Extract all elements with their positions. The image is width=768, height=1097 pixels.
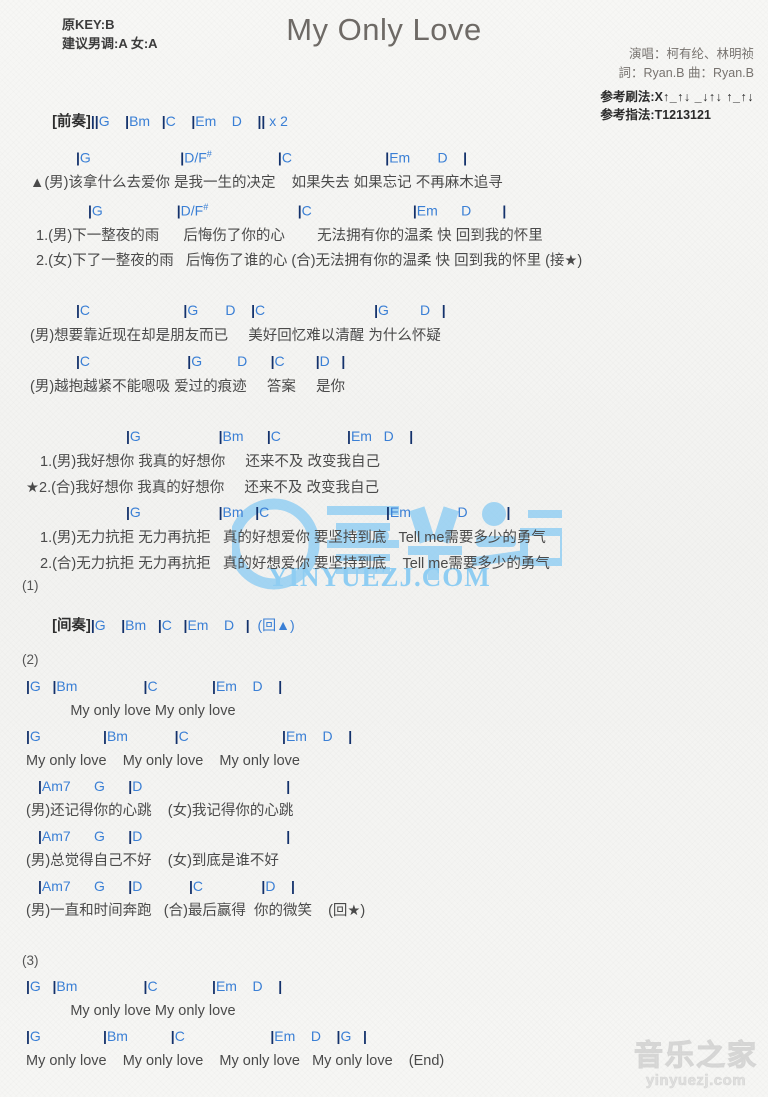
credits: 演唱：柯有纶、林明祯 詞：Ryan.B 曲：Ryan.B [619,45,754,83]
section2-line2-lyric: My only love My only love My only love [26,753,300,769]
play-info: 参考刷法:X↑_↑↓ _↓↑↓ ↑_↑↓ 参考指法:T1213121 [600,88,754,124]
section2-line3-lyric: (男)还记得你的心跳 (女)我记得你的心跳 [26,803,294,819]
verse-a-lyric: ▲(男)该拿什么去爱你 是我一生的决定 如果失去 如果忘记 不再麻木追寻 [30,175,503,191]
section2-line4-chords: |Am7 G |D | [38,828,291,844]
sheet-music-page: YINYUEZJ.COM 原KEY:B 建议男调:A 女:A My Only L… [0,0,768,1097]
writer-line: 詞：Ryan.B 曲：Ryan.B [618,66,754,80]
marker-3: (3) [22,953,39,968]
chorus-2-chords: |G |Bm |C |Em D | [126,504,511,520]
intro-line: [前奏]||G |Bm |C |Em D || x 2 [28,99,288,144]
pre-chorus-1-lyric: (男)想要靠近现在却是朋友而已 美好回忆难以清醒 为什么怀疑 [30,328,441,344]
marker-2: (2) [22,652,39,667]
page-title: My Only Love [286,12,482,47]
verse-b-lyric-2: 2.(女)下了一整夜的雨 后悔伤了谁的心 (合)无法拥有你的温柔 快 回到我的怀… [36,253,583,269]
section3-line2-chords: |G |Bm |C |Em D |G | [26,1028,367,1044]
strum-label: 参考刷法:X [600,90,663,104]
section2-line5-chords: |Am7 G |D |C |D | [38,878,295,894]
intro-chords: ||G |Bm |C |Em D || x 2 [90,112,288,129]
section2-line2-chords: |G |Bm |C |Em D | [26,728,353,744]
finger-label: 参考指法: [600,108,655,122]
verse-b-lyric-1: 1.(男)下一整夜的雨 后悔伤了你的心 无法拥有你的温柔 快 回到我的怀里 [36,228,543,244]
chorus-1-lyric-1: 1.(男)我好想你 我真的好想你 还来不及 改变我自己 [40,454,380,470]
section2-line1-lyric: My only love My only love [26,703,236,719]
strum-arrows: ↑_↑↓ _↓↑↓ ↑_↑↓ [662,90,754,104]
chorus-2-lyric-2: 2.(合)无力抗拒 无力再抗拒 真的好想爱你 要坚持到底 Tell me需要多少… [40,556,550,572]
section2-line3-chords: |Am7 G |D | [38,778,291,794]
section2-line4-lyric: (男)总觉得自己不好 (女)到底是谁不好 [26,853,279,869]
verse-b-chords: |G |D/F# |C |Em D | [88,202,507,219]
section3-line2-lyric: My only love My only love My only love M… [26,1053,445,1069]
strum-pattern-line: 参考刷法:X↑_↑↓ _↓↑↓ ↑_↑↓ [600,88,754,106]
section2-line5-lyric: (男)一直和时间奔跑 (合)最后赢得 你的微笑 (回★) [26,903,366,919]
section3-line1-lyric: My only love My only love [26,1003,236,1019]
interlude-line: [间奏]|G |Bm |C |Em D | (回▲) [28,603,295,648]
singer-line: 演唱：柯有纶、林明祯 [628,47,754,61]
pre-chorus-2-chords: |C |G D |C |D | [76,353,346,369]
section3-line1-chords: |G |Bm |C |Em D | [26,978,283,994]
interlude-tag: [间奏] [52,617,91,634]
pre-chorus-1-chords: |C |G D |C |G D | [76,302,446,318]
finger-pattern: T1213121 [654,108,711,122]
intro-tag: [前奏] [52,113,91,130]
verse-a-chords: |G |D/F# |C |Em D | [76,149,468,166]
section2-line1-chords: |G |Bm |C |Em D | [26,678,283,694]
marker-1: (1) [22,578,39,593]
chorus-1-chords: |G |Bm |C |Em D | [126,428,414,444]
finger-pattern-line: 参考指法:T1213121 [600,106,754,124]
chorus-2-lyric-1: 1.(男)无力抗拒 无力再抗拒 真的好想爱你 要坚持到底 Tell me需要多少… [40,530,546,546]
interlude-chords: |G |Bm |C |Em D | (回▲) [90,616,295,633]
chorus-1-lyric-2: ★2.(合)我好想你 我真的好想你 还来不及 改变我自己 [26,480,379,496]
pre-chorus-2-lyric: (男)越抱越紧不能嗯吸 爱过的痕迹 答案 是你 [30,379,345,395]
